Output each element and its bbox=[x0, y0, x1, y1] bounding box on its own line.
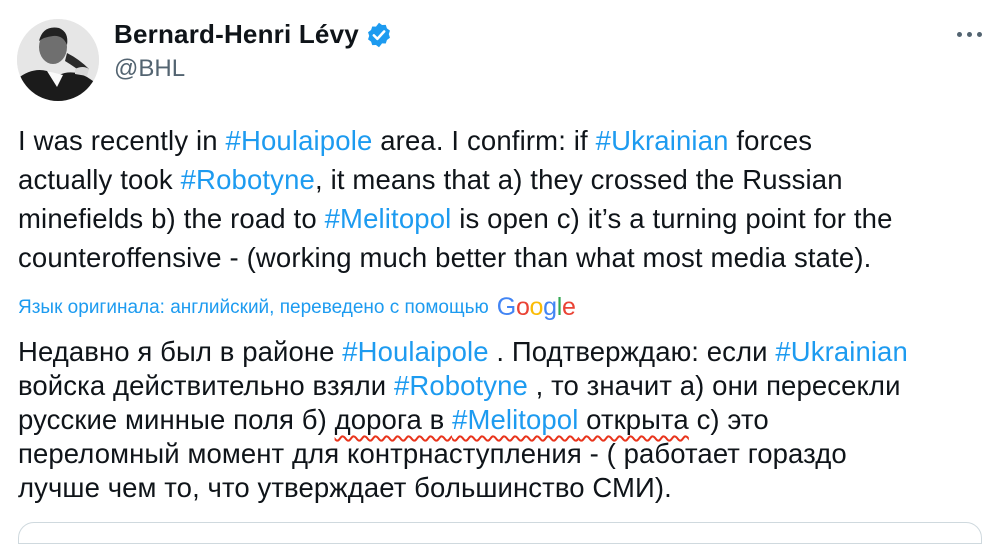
hashtag-link[interactable]: #Melitopol bbox=[452, 404, 578, 435]
verified-badge-icon[interactable] bbox=[365, 21, 393, 49]
translation-note[interactable]: Язык оригинала: английский, переведено с… bbox=[18, 293, 576, 322]
text-span: minefields b) the road to bbox=[18, 203, 325, 234]
tweet-line: I was recently in #Houlaipole area. I co… bbox=[18, 121, 988, 160]
text-span: is open c) it’s a turning point for the bbox=[451, 203, 893, 234]
translation-line: лучше чем то, что утверждает большинство… bbox=[18, 471, 988, 505]
google-letter: o bbox=[529, 293, 544, 321]
more-dot bbox=[957, 32, 962, 37]
google-letter: g bbox=[543, 293, 557, 321]
translation-line: переломный момент для контрнаступления -… bbox=[18, 437, 988, 471]
author-name[interactable]: Bernard-Henri Lévy bbox=[114, 19, 393, 50]
translation-line: русские минные поля б) дорога в #Melitop… bbox=[18, 403, 988, 437]
hashtag-link[interactable]: #Robotyne bbox=[394, 370, 528, 401]
hashtag-link[interactable]: #Ukrainian bbox=[596, 125, 729, 156]
google-logo: Google bbox=[497, 293, 576, 322]
text-span: , it means that a) they crossed the Russ… bbox=[314, 164, 843, 195]
text-span: открыта bbox=[578, 404, 689, 435]
text-span: actually took bbox=[18, 164, 181, 195]
translation-line: войска действительно взяли #Robotyne , т… bbox=[18, 369, 988, 403]
author-handle[interactable]: @BHL bbox=[114, 55, 185, 83]
translation-note-text: Язык оригинала: английский, переведено с… bbox=[18, 296, 489, 318]
text-span: I was recently in bbox=[18, 125, 226, 156]
google-letter: G bbox=[496, 293, 516, 321]
text-span: counteroffensive - (working much better … bbox=[18, 242, 872, 273]
tweet-line: minefields b) the road to #Melitopol is … bbox=[18, 199, 988, 238]
google-letter: o bbox=[515, 293, 530, 321]
text-span: forces bbox=[728, 125, 813, 156]
tweet-line: actually took #Robotyne, it means that a… bbox=[18, 160, 988, 199]
avatar[interactable] bbox=[17, 19, 99, 101]
text-span: русские минные поля б) bbox=[18, 404, 335, 435]
highlighted-phrase: дорога в #Melitopol открыта bbox=[335, 404, 689, 435]
text-span: войска действительно взяли bbox=[18, 370, 395, 401]
text-span: . Подтверждаю: если bbox=[488, 336, 776, 367]
text-span: переломный момент для контрнаступления -… bbox=[18, 438, 847, 469]
more-dot bbox=[977, 32, 982, 37]
hashtag-link[interactable]: #Houlaipole bbox=[342, 336, 488, 367]
more-dot bbox=[967, 32, 972, 37]
text-span: с) это bbox=[688, 404, 769, 435]
embedded-card[interactable] bbox=[18, 522, 982, 544]
text-span: лучше чем то, что утверждает большинство… bbox=[18, 472, 672, 503]
text-span: , то значит а) они пересекли bbox=[527, 370, 901, 401]
text-span: Недавно я был в районе bbox=[18, 336, 343, 367]
author-name-text: Bernard-Henri Lévy bbox=[114, 19, 359, 49]
hashtag-link[interactable]: #Melitopol bbox=[325, 203, 452, 234]
text-span: area. I confirm: if bbox=[372, 125, 596, 156]
google-letter: e bbox=[562, 293, 576, 321]
hashtag-link[interactable]: #Robotyne bbox=[181, 164, 315, 195]
translation-line: Недавно я был в районе #Houlaipole . Под… bbox=[18, 335, 988, 369]
text-span: дорога в bbox=[334, 404, 453, 435]
avatar-photo bbox=[17, 19, 99, 101]
hashtag-link[interactable]: #Houlaipole bbox=[226, 125, 373, 156]
tweet-line: counteroffensive - (working much better … bbox=[18, 238, 988, 277]
hashtag-link[interactable]: #Ukrainian bbox=[775, 336, 907, 367]
more-options-icon[interactable] bbox=[957, 32, 982, 37]
translated-text: Недавно я был в районе #Houlaipole . Под… bbox=[18, 335, 988, 505]
tweet-text: I was recently in #Houlaipole area. I co… bbox=[18, 121, 988, 277]
